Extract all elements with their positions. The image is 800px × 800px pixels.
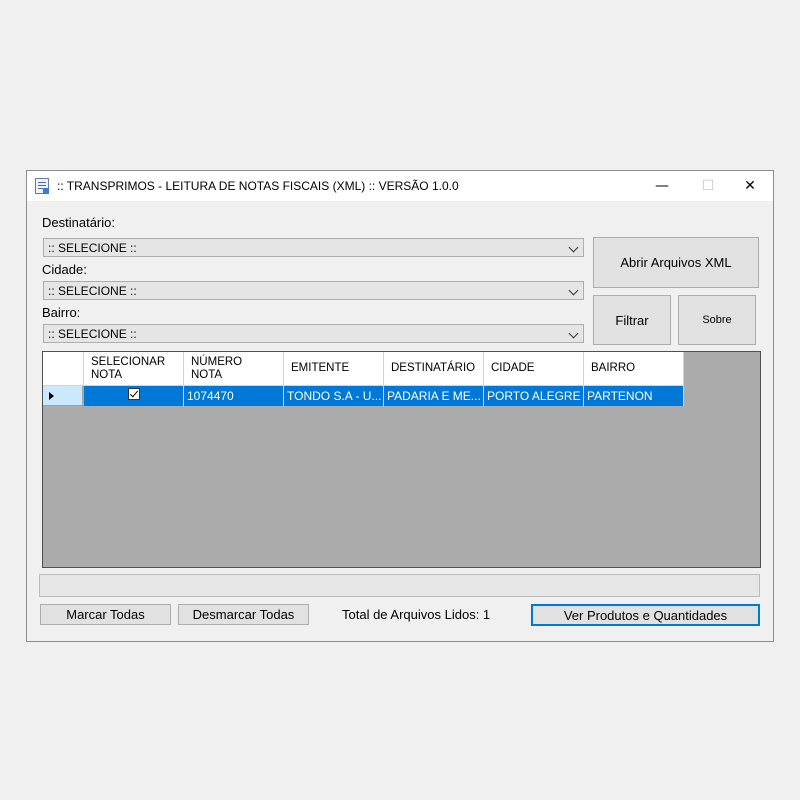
notas-grid[interactable]: SELECIONAR NOTA NÚMERO NOTA EMITENTE DES… xyxy=(42,351,761,568)
grid-corner-header xyxy=(43,352,84,386)
cell-emitente[interactable]: TONDO S.A - U... xyxy=(284,386,384,406)
column-header-emitente[interactable]: EMITENTE xyxy=(284,352,384,386)
bairro-select[interactable]: :: SELECIONE :: xyxy=(43,324,584,343)
chevron-down-icon xyxy=(568,242,579,253)
ver-produtos-button[interactable]: Ver Produtos e Quantidades xyxy=(531,604,760,626)
cell-selecionar[interactable] xyxy=(84,386,184,406)
sobre-button[interactable]: Sobre xyxy=(678,295,756,345)
marcar-todas-button[interactable]: Marcar Todas xyxy=(40,604,171,625)
progress-bar xyxy=(39,574,760,597)
minimize-button[interactable]: — xyxy=(639,171,685,201)
document-edit-icon xyxy=(35,178,49,194)
abrir-arquivos-xml-button[interactable]: Abrir Arquivos XML xyxy=(593,237,759,288)
column-header-line: NOTA xyxy=(91,369,123,381)
column-header-numero[interactable]: NÚMERO NOTA xyxy=(184,352,284,386)
checkbox-checked-icon[interactable] xyxy=(128,388,140,400)
maximize-button[interactable]: ☐ xyxy=(685,171,731,201)
bairro-select-value: :: SELECIONE :: xyxy=(48,327,137,341)
bairro-label: Bairro: xyxy=(42,305,81,320)
cell-cidade[interactable]: PORTO ALEGRE xyxy=(484,386,584,406)
column-header-line: NOTA xyxy=(191,369,223,381)
column-header-bairro[interactable]: BAIRRO xyxy=(584,352,684,386)
destinatario-select-value: :: SELECIONE :: xyxy=(48,241,137,255)
cell-bairro[interactable]: PARTENON xyxy=(584,386,684,406)
desmarcar-todas-button[interactable]: Desmarcar Todas xyxy=(178,604,309,625)
column-header-destinatario[interactable]: DESTINATÁRIO xyxy=(384,352,484,386)
filtrar-button[interactable]: Filtrar xyxy=(593,295,671,345)
destinatario-label: Destinatário: xyxy=(42,215,115,230)
column-header-cidade[interactable]: CIDADE xyxy=(484,352,584,386)
cidade-select-value: :: SELECIONE :: xyxy=(48,284,137,298)
cidade-label: Cidade: xyxy=(42,262,87,277)
main-window: :: TRANSPRIMOS - LEITURA DE NOTAS FISCAI… xyxy=(26,170,774,642)
row-header[interactable] xyxy=(43,386,83,406)
column-header-line: NÚMERO xyxy=(191,356,243,368)
column-header-selecionar[interactable]: SELECIONAR NOTA xyxy=(84,352,184,386)
chevron-down-icon xyxy=(568,328,579,339)
triangle-right-icon xyxy=(49,392,54,400)
total-arquivos-label: Total de Arquivos Lidos: 1 xyxy=(342,607,491,622)
close-button[interactable]: ✕ xyxy=(727,171,773,201)
cell-numero[interactable]: 1074470 xyxy=(184,386,284,406)
destinatario-select[interactable]: :: SELECIONE :: xyxy=(43,238,584,257)
chevron-down-icon xyxy=(568,285,579,296)
cell-destinatario[interactable]: PADARIA E ME... xyxy=(384,386,484,406)
cidade-select[interactable]: :: SELECIONE :: xyxy=(43,281,584,300)
column-header-line: SELECIONAR xyxy=(91,356,166,368)
window-title: :: TRANSPRIMOS - LEITURA DE NOTAS FISCAI… xyxy=(57,179,459,193)
title-bar[interactable]: :: TRANSPRIMOS - LEITURA DE NOTAS FISCAI… xyxy=(27,171,773,201)
